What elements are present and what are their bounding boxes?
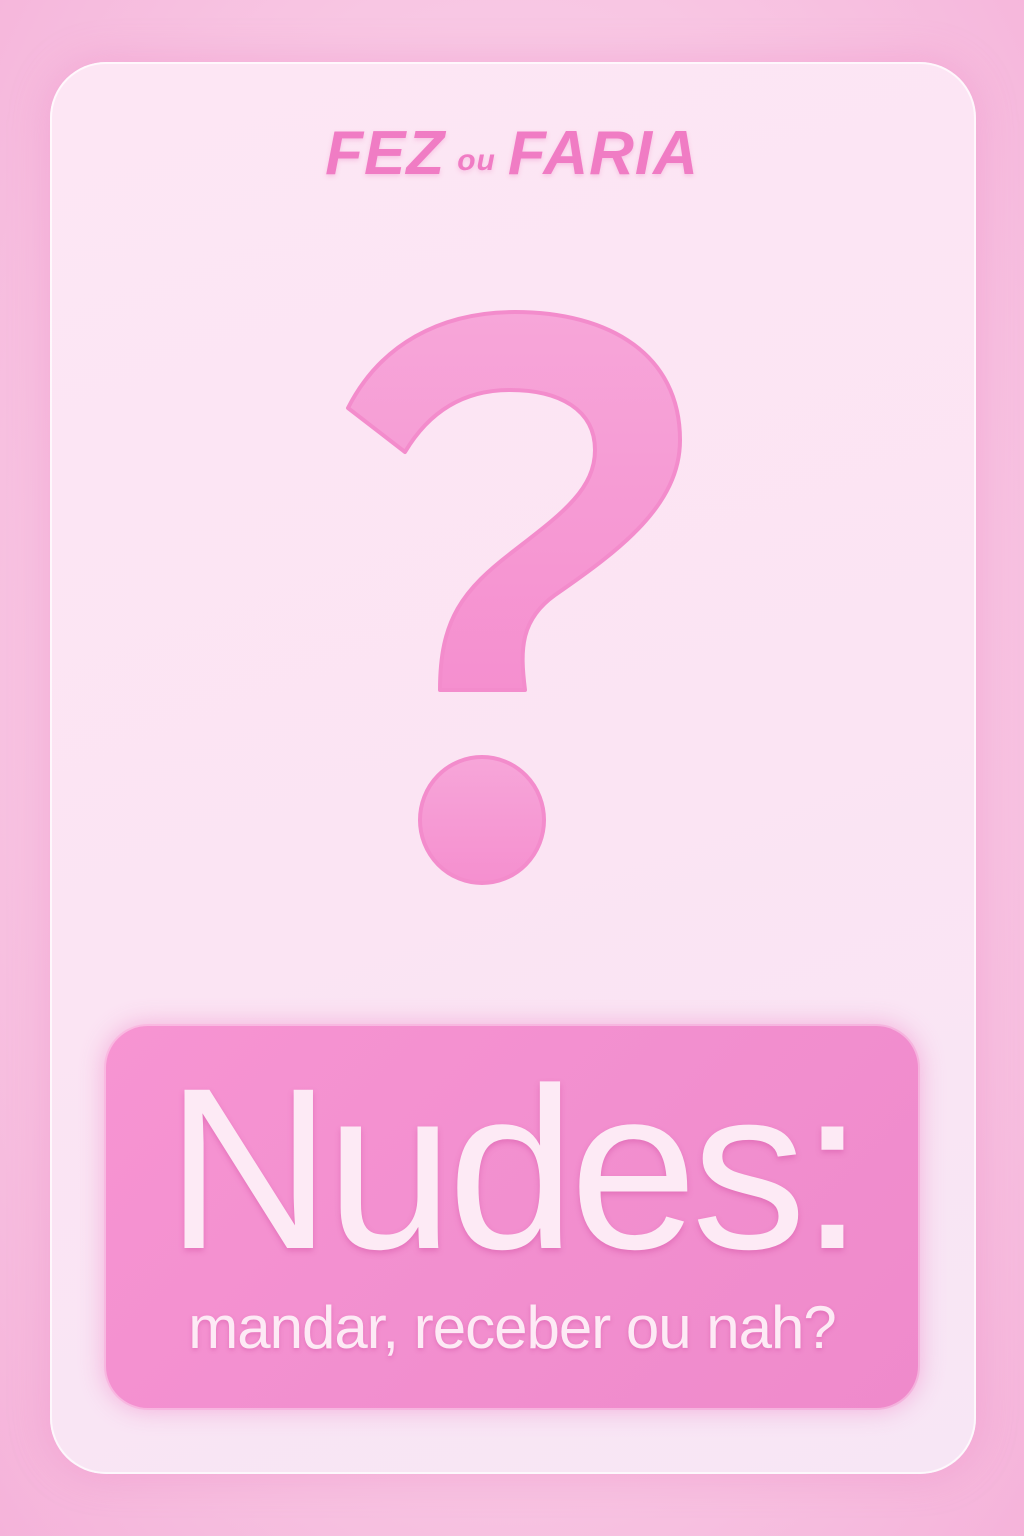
card-headline: Nudes: <box>165 1040 865 1297</box>
card-subline: mandar, receber ou nah? <box>188 1294 836 1361</box>
answer-panel: Nudes: mandar, receber ou nah? <box>104 1024 920 1410</box>
